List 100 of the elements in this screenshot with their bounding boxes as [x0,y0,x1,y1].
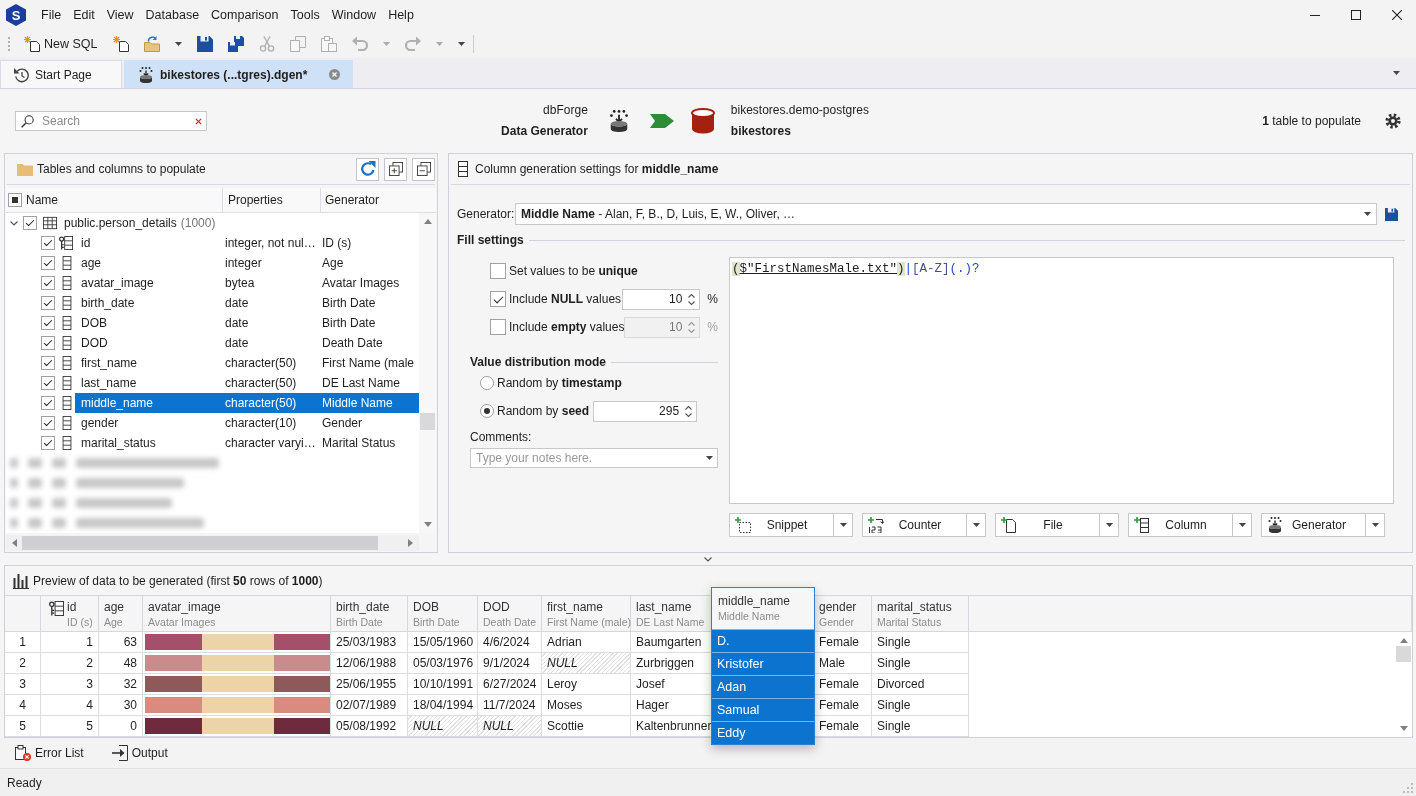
column-header[interactable]: Name [26,193,58,207]
dropdown-button[interactable] [1232,513,1252,537]
column-name[interactable]: last_name [636,600,705,614]
column-name[interactable]: DOB [75,313,220,333]
expand-all-button[interactable] [384,157,407,181]
menu-item[interactable]: File [35,8,68,22]
menu-item[interactable]: Database [139,8,206,22]
refresh-button[interactable] [356,157,379,181]
document-tab[interactable]: Start Page [0,60,122,88]
menu-item[interactable]: Help [382,8,420,22]
column-name[interactable]: marital_status [75,433,220,453]
caret-icon[interactable] [174,42,182,46]
scroll-right-icon[interactable] [408,539,413,547]
menu-item[interactable]: Tools [284,8,326,22]
checkbox[interactable] [41,356,55,370]
spinner-icon[interactable] [685,404,693,418]
scroll-up-icon[interactable] [423,219,432,224]
column-name[interactable]: first_name [547,600,631,614]
radio-button[interactable] [480,376,494,390]
generator-dropdown[interactable]: Middle Name - Alan, F, B., D, Luis, E, W., Oliver, … [515,203,1377,225]
column-name[interactable]: age [75,253,220,273]
checkbox[interactable] [41,336,55,350]
chevron-down-icon[interactable] [704,556,712,562]
save-icon[interactable] [196,36,213,52]
column-header[interactable]: Properties [228,193,283,207]
dropdown-button[interactable] [1365,513,1385,537]
column-name[interactable]: middle_name [718,594,791,608]
column-name[interactable]: avatar_image [148,600,221,614]
caret-icon[interactable] [1393,71,1400,75]
menu-item[interactable]: View [100,8,140,22]
chevron-down-icon[interactable] [10,220,18,226]
open-folder-icon[interactable] [143,36,160,52]
insert-button[interactable]: Counter [862,513,966,537]
checkbox[interactable] [41,276,55,290]
checkbox-label[interactable]: Set values to be unique [509,264,638,278]
column-name[interactable]: DOD [483,600,537,614]
collapse-all-button[interactable] [412,157,435,181]
column-name[interactable]: first_name [75,353,220,373]
radio-label[interactable]: Random by seed [497,404,590,418]
comments-field[interactable]: Type your notes here. [470,448,718,468]
scroll-left-icon[interactable] [12,539,17,547]
column-name[interactable]: gender [75,413,220,433]
scrollbar-thumb[interactable] [1396,646,1411,662]
floating-column[interactable]: middle_name Middle Name D. Kristofer Adan Samual Eddy [711,587,815,745]
save-all-icon[interactable] [227,36,244,52]
column-name[interactable]: birth_date [336,600,390,614]
checkbox[interactable] [490,263,506,279]
checkbox[interactable] [41,296,55,310]
document-tab[interactable]: bikestores (...tgres).dgen* [124,60,354,88]
checkbox[interactable] [8,193,22,207]
checkbox-label[interactable]: Include NULL values [509,292,622,306]
scrollbar-thumb[interactable] [22,536,378,550]
save-icon[interactable] [1385,207,1398,221]
insert-button[interactable]: Snippet [729,513,833,537]
column-name[interactable]: id [67,600,93,614]
panel-tab[interactable]: Error List [15,745,84,761]
maximize-icon[interactable] [1351,10,1361,20]
scrollbar-thumb[interactable] [420,413,435,430]
checkbox[interactable] [41,396,55,410]
insert-button[interactable]: Column [1128,513,1232,537]
dropdown-button[interactable] [833,513,853,537]
checkbox[interactable] [490,319,506,335]
close-icon[interactable] [1392,10,1402,20]
radio-label[interactable]: Random by timestamp [497,376,622,390]
column-name[interactable]: middle_name [75,393,220,413]
column-name[interactable]: age [104,600,125,614]
menu-item[interactable]: Window [325,8,383,22]
new-document-icon[interactable] [112,36,129,52]
column-name[interactable]: gender [819,600,857,614]
checkbox[interactable] [41,316,55,330]
column-name[interactable]: id [75,233,220,253]
column-name[interactable]: birth_date [75,293,220,313]
clear-icon[interactable] [195,118,202,125]
checkbox[interactable] [23,216,37,230]
search-field[interactable]: Search [15,111,207,131]
column-name[interactable]: last_name [75,373,220,393]
column-name[interactable]: DOB [413,600,460,614]
column-header[interactable]: Generator [325,193,380,207]
column-name[interactable]: marital_status [877,600,952,614]
menu-item[interactable]: Edit [67,8,101,22]
checkbox[interactable] [41,436,55,450]
dropdown-button[interactable] [1099,513,1119,537]
table-name[interactable]: public.person_details [64,216,177,230]
menu-item[interactable]: Comparison [205,8,285,22]
insert-button[interactable]: File [995,513,1099,537]
resize-grip-icon[interactable] [1403,783,1413,793]
scroll-down-icon[interactable] [1399,726,1408,731]
number-field[interactable]: 10 [622,288,701,310]
toolbar-overflow-icon[interactable] [457,42,465,46]
radio-button[interactable] [480,404,494,418]
panel-tab[interactable]: Output [111,745,168,761]
checkbox[interactable] [41,376,55,390]
scroll-down-icon[interactable] [423,522,432,527]
expression-editor[interactable]: ($"FirstNamesMale.txt")|[A-Z](.)? [729,257,1394,504]
minimize-icon[interactable] [1310,14,1320,16]
number-field[interactable]: 295 [593,400,698,422]
checkbox[interactable] [41,416,55,430]
checkbox-label[interactable]: Include empty values [509,320,625,334]
insert-button[interactable]: Generator [1261,513,1365,537]
column-name[interactable]: avatar_image [75,273,220,293]
